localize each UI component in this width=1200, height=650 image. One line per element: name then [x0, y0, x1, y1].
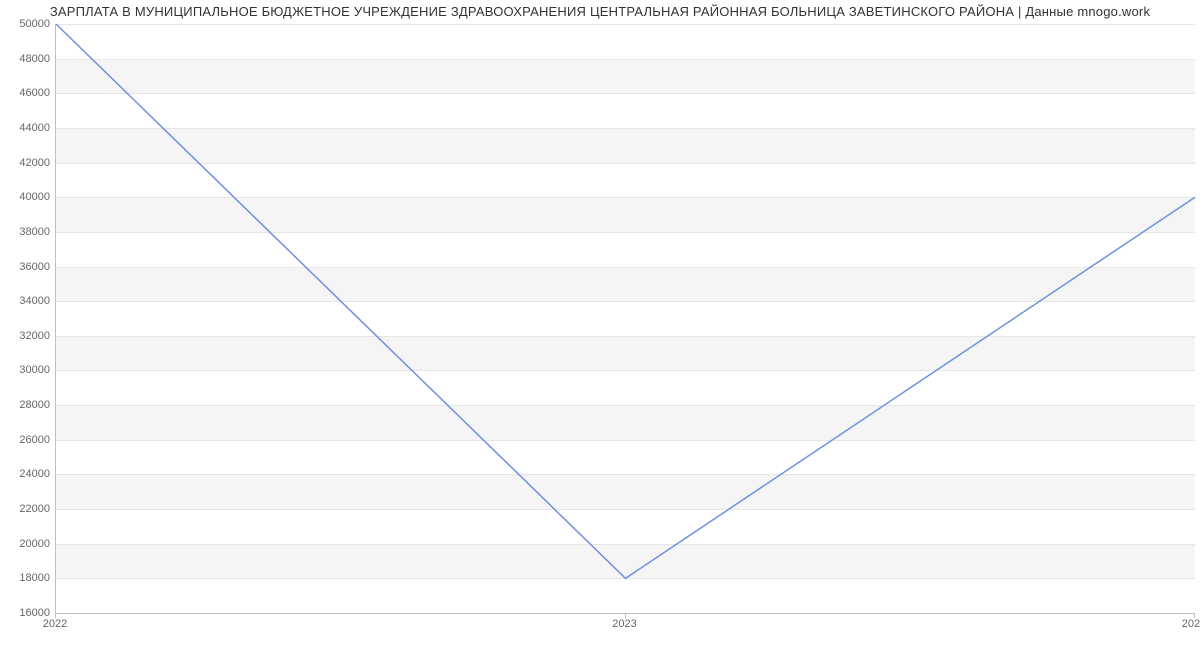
y-tick-label: 50000 — [5, 18, 50, 30]
x-tick-label: 2024 — [1182, 618, 1200, 630]
y-tick-label: 18000 — [5, 572, 50, 584]
y-tick-label: 30000 — [5, 364, 50, 376]
y-tick-label: 40000 — [5, 191, 50, 203]
y-tick-label: 26000 — [5, 434, 50, 446]
series-line — [56, 24, 1195, 578]
y-tick-label: 34000 — [5, 295, 50, 307]
y-tick-label: 38000 — [5, 226, 50, 238]
y-tick-label: 36000 — [5, 261, 50, 273]
chart-title: ЗАРПЛАТА В МУНИЦИПАЛЬНОЕ БЮДЖЕТНОЕ УЧРЕЖ… — [0, 4, 1200, 19]
y-tick-label: 28000 — [5, 399, 50, 411]
y-tick-label: 46000 — [5, 87, 50, 99]
y-tick-label: 32000 — [5, 330, 50, 342]
x-tick-mark — [1194, 613, 1195, 618]
y-tick-label: 48000 — [5, 53, 50, 65]
x-tick-label: 2022 — [43, 618, 67, 630]
x-tick-label: 2023 — [612, 618, 636, 630]
y-tick-label: 22000 — [5, 503, 50, 515]
y-tick-label: 20000 — [5, 538, 50, 550]
y-tick-label: 24000 — [5, 468, 50, 480]
line-layer — [56, 24, 1195, 613]
plot-area — [55, 24, 1195, 614]
y-tick-label: 42000 — [5, 157, 50, 169]
x-tick-mark — [55, 613, 56, 618]
y-tick-label: 44000 — [5, 122, 50, 134]
x-tick-mark — [625, 613, 626, 618]
